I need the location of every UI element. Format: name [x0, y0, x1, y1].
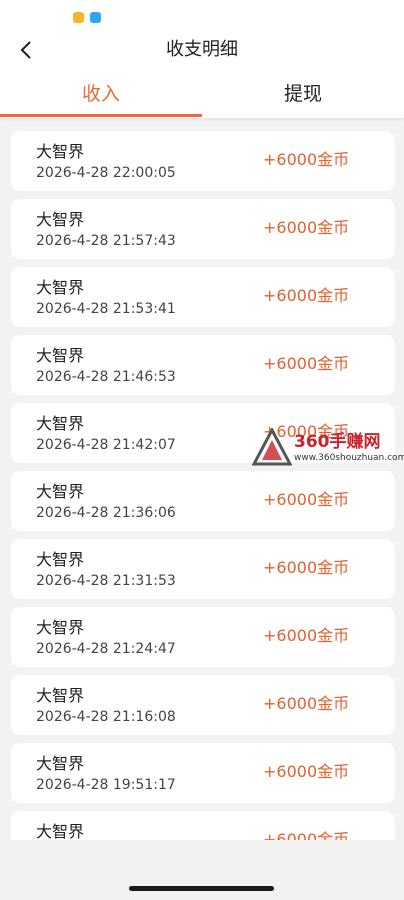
home-indicator[interactable] [129, 886, 274, 891]
transaction-row[interactable]: 大智界 2026-4-28 21:31:53 +6000金币 [11, 539, 395, 599]
transaction-time: 2026-4-28 22:00:05 [36, 165, 176, 181]
transaction-amount: +6000金币 [263, 694, 350, 713]
transaction-row[interactable]: 大智界 2026-4-28 21:24:47 +6000金币 [11, 607, 395, 667]
transaction-row[interactable]: 大智界 2026-4-28 21:36:06 +6000金币 [11, 471, 395, 531]
active-tab-indicator [0, 114, 202, 117]
transaction-time: 2026-4-28 21:53:41 [36, 301, 176, 317]
transaction-time: 2026-4-28 21:46:53 [36, 369, 176, 385]
transaction-amount: +6000金币 [263, 626, 350, 645]
watermark-logo-icon [252, 428, 292, 466]
watermark-text: 360手赚网 [294, 432, 381, 452]
transaction-source: 大智界 [36, 346, 85, 365]
transaction-source: 大智界 [36, 414, 85, 433]
transaction-source: 大智界 [36, 550, 85, 569]
transaction-source: 大智界 [36, 686, 85, 705]
transaction-time: 2026-4-28 21:31:53 [36, 573, 176, 589]
transaction-row[interactable]: 大智界 2026-4-28 22:00:05 +6000金币 [11, 131, 395, 191]
transaction-amount: +6000金币 [263, 218, 350, 237]
transaction-row[interactable]: 大智界 2026-4-28 21:46:53 +6000金币 [11, 335, 395, 395]
transaction-list: 大智界 2026-4-28 22:00:05 +6000金币 大智界 2026-… [11, 131, 395, 879]
transaction-row[interactable]: 大智界 2026-4-28 21:53:41 +6000金币 [11, 267, 395, 327]
transaction-amount: +6000金币 [263, 150, 350, 169]
transaction-source: 大智界 [36, 210, 85, 229]
transaction-source: 大智界 [36, 754, 85, 773]
transaction-time: 2026-4-28 21:36:06 [36, 505, 176, 521]
page-title: 收支明细 [166, 39, 238, 60]
transaction-time: 2026-4-28 21:57:43 [36, 233, 176, 249]
status-bar-icons [73, 12, 101, 23]
watermark-url: www.360shouzhuan.com [294, 453, 404, 463]
transaction-time: 2026-4-28 21:24:47 [36, 641, 176, 657]
transaction-source: 大智界 [36, 142, 85, 161]
transaction-source: 大智界 [36, 482, 85, 501]
transaction-row[interactable]: 大智界 2026-4-28 21:16:08 +6000金币 [11, 675, 395, 735]
transaction-source: 大智界 [36, 618, 85, 637]
transaction-amount: +6000金币 [263, 762, 350, 781]
transaction-row[interactable]: 大智界 2026-4-28 19:51:17 +6000金币 [11, 743, 395, 803]
transaction-amount: +6000金币 [263, 354, 350, 373]
transaction-amount: +6000金币 [263, 558, 350, 577]
notification-app-icon [73, 12, 84, 23]
transaction-time: 2026-4-28 21:16:08 [36, 709, 176, 725]
tab-income[interactable]: 收入 [0, 80, 202, 118]
transaction-time: 2026-4-28 19:51:17 [36, 777, 176, 793]
transaction-row[interactable]: 大智界 2026-4-28 21:57:43 +6000金币 [11, 199, 395, 259]
watermark: 360手赚网 www.360shouzhuan.com [252, 428, 404, 468]
transaction-source: 大智界 [36, 278, 85, 297]
app-header: 收支明细 收入 提现 [0, 0, 404, 118]
transaction-amount: +6000金币 [263, 490, 350, 509]
transaction-amount: +6000金币 [263, 286, 350, 305]
tab-withdraw[interactable]: 提现 [202, 80, 404, 118]
transaction-time: 2026-4-28 21:42:07 [36, 437, 176, 453]
bottom-area [0, 840, 404, 900]
notification-app-icon [90, 12, 101, 23]
